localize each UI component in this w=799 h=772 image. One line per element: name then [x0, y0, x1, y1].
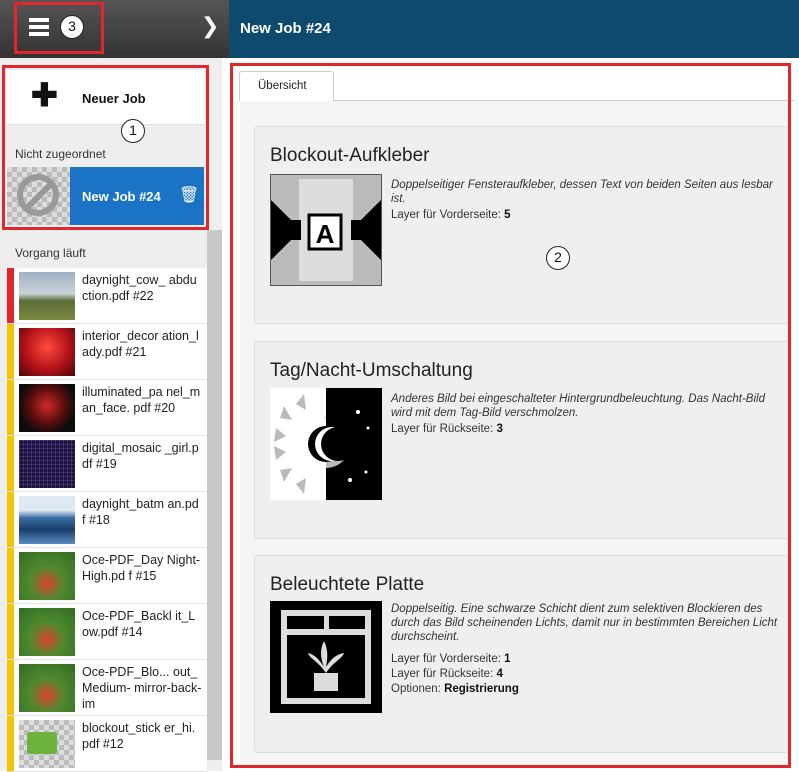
job-list: daynight_cow_ abduction.pdf #22 interior…	[7, 268, 207, 772]
hamburger-icon	[29, 18, 49, 36]
job-name: blockout_stick er_hi.pdf #12	[82, 721, 196, 751]
status-bar	[7, 660, 14, 715]
status-bar	[7, 324, 14, 379]
job-thumbnail	[19, 608, 75, 656]
job-thumbnail	[19, 552, 75, 600]
page-title: New Job #24	[240, 20, 331, 37]
list-item[interactable]: Oce-PDF_Blo... out_Medium- mirror-back-i…	[7, 660, 207, 716]
list-item[interactable]: blockout_stick er_hi.pdf #12	[7, 716, 207, 772]
callout-3: 3	[60, 15, 84, 39]
status-bar	[7, 380, 14, 435]
list-item[interactable]: interior_decor ation_lady.pdf #21	[7, 324, 207, 380]
top-bar: 3 ❯ New Job #24	[0, 0, 799, 58]
highlight-box-2	[230, 63, 791, 768]
status-bar	[7, 548, 14, 603]
list-item[interactable]: digital_mosaic _girl.pdf #19	[7, 436, 207, 492]
status-bar	[7, 604, 14, 659]
job-thumbnail	[19, 384, 75, 432]
list-item[interactable]: Oce-PDF_Backl it_Low.pdf #14	[7, 604, 207, 660]
job-thumbnail	[19, 328, 75, 376]
job-name: Oce-PDF_Day Night-High.pd f #15	[82, 553, 201, 583]
list-item[interactable]: daynight_cow_ abduction.pdf #22	[7, 268, 207, 324]
status-bar	[7, 716, 14, 771]
in-progress-section-label: Vorgang läuft	[15, 246, 86, 260]
menu-button[interactable]: 3	[14, 2, 104, 54]
sidebar-scrollbar[interactable]	[207, 230, 222, 760]
job-name: daynight_cow_ abduction.pdf #22	[82, 273, 197, 303]
list-item[interactable]: daynight_batm an.pdf #18	[7, 492, 207, 548]
job-name: illuminated_pa nel_man_face. pdf #20	[82, 385, 201, 415]
job-name: Oce-PDF_Backl it_Low.pdf #14	[82, 609, 196, 639]
list-item[interactable]: illuminated_pa nel_man_face. pdf #20	[7, 380, 207, 436]
status-bar	[7, 436, 14, 491]
chevron-right-icon[interactable]: ❯	[201, 14, 219, 39]
job-name: digital_mosaic _girl.pdf #19	[82, 441, 199, 471]
job-thumbnail	[19, 272, 75, 320]
job-name: Oce-PDF_Blo... out_Medium- mirror-back-i…	[82, 665, 202, 711]
job-name: daynight_batm an.pdf #18	[82, 497, 199, 527]
job-thumbnail	[19, 720, 75, 768]
hi-sticker-logo	[27, 732, 57, 754]
job-name: interior_decor ation_lady.pdf #21	[82, 329, 199, 359]
status-bar	[7, 268, 14, 323]
status-bar	[7, 492, 14, 547]
job-thumbnail	[19, 664, 75, 712]
job-thumbnail	[19, 440, 75, 488]
list-item[interactable]: Oce-PDF_Day Night-High.pd f #15	[7, 548, 207, 604]
job-thumbnail	[19, 496, 75, 544]
highlight-box-1	[2, 65, 209, 230]
